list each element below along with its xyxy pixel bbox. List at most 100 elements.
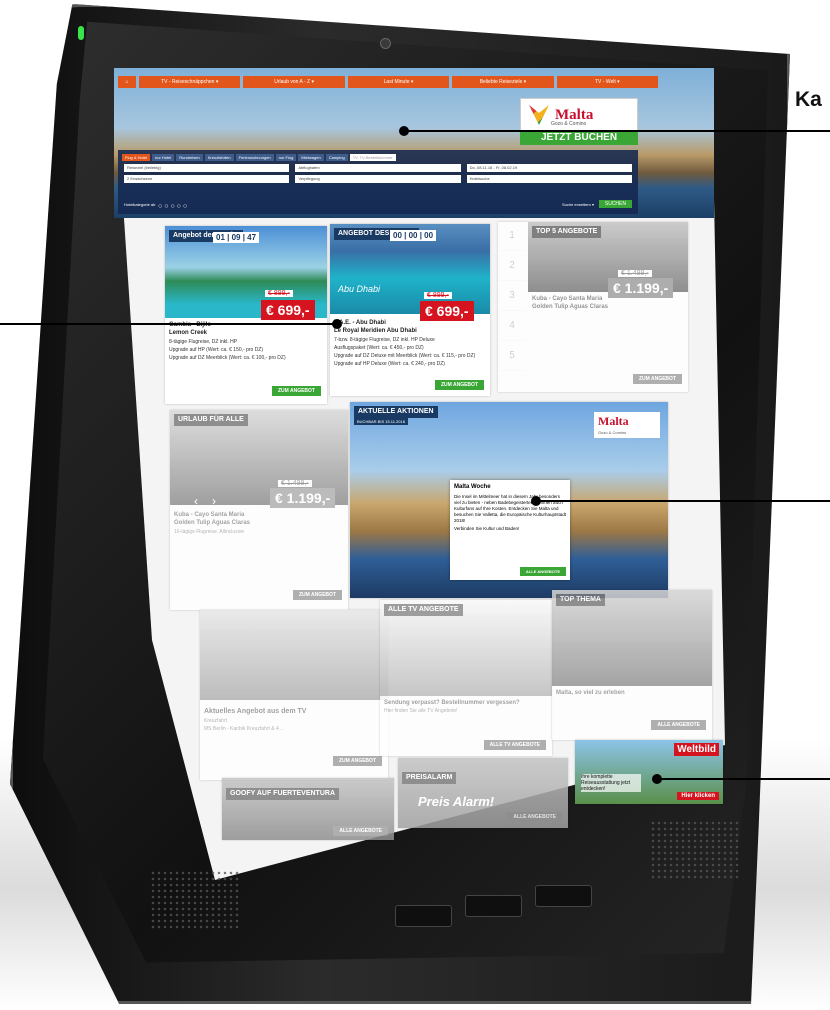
menu-item-last-minute[interactable]: Last Minute ▾ — [347, 76, 450, 88]
search-tabs: Flug & Hotel nur Hotel Rundreisen Kreuzf… — [118, 150, 638, 161]
week-offer-hotel: Lemon Creek — [169, 330, 208, 336]
hotel-search-field[interactable]: Hotelsuche — [466, 175, 632, 183]
actions-card-title: Malta Woche — [454, 484, 491, 490]
speaker-grill-right — [650, 820, 740, 880]
top5-badge: TOP 5 ANGEBOTE — [532, 226, 602, 238]
travellers-field[interactable]: 2 Erwachsene — [124, 175, 290, 183]
top5-hotel: Golden Tulip Aguas Claras — [532, 304, 609, 310]
malta-logo[interactable]: Malta Gozo & Comino — [520, 98, 638, 132]
search-panel: Flug & Hotel nur Hotel Rundreisen Kreuzf… — [118, 150, 638, 214]
week-offer-old-price: € 899,- — [265, 290, 293, 297]
date-range-field[interactable]: Do.,08.11.18 - Fr.,08.02.19 — [466, 164, 632, 172]
callout-label-top-right: Ka — [795, 88, 822, 111]
tab-camping[interactable]: Camping — [325, 154, 348, 161]
actions-button[interactable]: ALLE ANGEBOTE — [519, 567, 566, 576]
top5-button[interactable]: ZUM ANGEBOT — [632, 374, 682, 384]
week-offer-bullet: Upgrade auf HP (Wert: ca. € 150,- pro DZ… — [169, 347, 264, 353]
menu-item-tv-world[interactable]: TV - Welt ▾ — [556, 76, 659, 88]
malta-brand-sub: Gozo & Comino — [551, 121, 587, 127]
menu-item-popular-destinations[interactable]: Beliebte Reiseziele ▾ — [452, 76, 554, 88]
price-alarm-tile[interactable]: PREISALARM Preis Alarm! ALLE ANGEBOTE — [398, 758, 568, 828]
day-offer-tile[interactable]: ANGEBOT DES TAGES 00 | 00 | 00 Abu Dhabi… — [330, 224, 490, 396]
all-tv-button[interactable]: ALLE TV ANGEBOTE — [483, 740, 546, 750]
extend-search-link[interactable]: Suche erweitern ▾ — [562, 202, 594, 207]
holiday-for-all-tile[interactable]: URLAUB FÜR ALLE ‹ › € 1.499,- € 1.199,- … — [170, 410, 348, 610]
tab-round-trips[interactable]: Rundreisen — [176, 154, 203, 161]
weltbild-ad[interactable]: Weltbild Ihre komplette Reiseausstattung… — [575, 740, 723, 804]
all-tv-tile[interactable]: ALLE TV ANGEBOTE Sendung verpasst? Beste… — [380, 600, 552, 756]
tv-offer-desc: MS Berlin - Karibik Kreuzfahrt & 4 ... — [204, 726, 285, 732]
tab-hotel-only[interactable]: nur Hotel — [152, 154, 175, 161]
weltbild-button[interactable]: Hier klicken — [677, 792, 719, 800]
book-now-button[interactable]: JETZT BUCHEN — [520, 131, 638, 145]
week-offer-bullet: Upgrade auf DZ Meerblick (Wert: ca. € 10… — [169, 355, 286, 361]
board-field[interactable]: Verpflegung — [295, 175, 461, 183]
actions-brand-sub: Gozo & Comino — [598, 430, 627, 435]
rank-1[interactable]: 1 — [498, 222, 526, 251]
price-alarm-script: Preis Alarm! — [418, 794, 495, 809]
destination-field[interactable]: Reiseziel (beliebig) — [124, 164, 290, 172]
departure-airport-field[interactable]: Abflughafen — [295, 164, 461, 172]
tab-holiday-apartments[interactable]: Ferienwohnungen — [235, 154, 274, 161]
menu-item-tv-deals[interactable]: TV - Reiseschnäppchen ▾ — [139, 76, 241, 88]
tv-offer-sub: Kreuzfahrt — [204, 718, 228, 724]
tab-flight-hotel[interactable]: Flug & Hotel — [122, 154, 151, 161]
top5-tile[interactable]: 1 2 3 4 5 TOP 5 ANGEBOTE € 1.499,- € 1.1… — [498, 222, 688, 392]
rank-3[interactable]: 3 — [498, 282, 526, 311]
actions-sub: BUCHBAR BIS 15.11.2018 — [354, 418, 408, 425]
hardware-button-right[interactable] — [535, 885, 592, 907]
goofy-tile[interactable]: GOOFY AUF FUERTEVENTURA ALLE ANGEBOTE — [222, 778, 394, 840]
top5-price: € 1.199,- — [608, 278, 674, 298]
rank-4[interactable]: 4 — [498, 312, 526, 341]
actions-brand: Malta — [598, 414, 629, 428]
tv-code-input[interactable]: TV, TV-Bestellnummer — [349, 154, 396, 161]
menu-item-holiday-a-z[interactable]: Urlaub von A - Z ▾ — [243, 76, 345, 88]
callout-line-ad — [657, 778, 830, 780]
carousel-prev-icon[interactable]: ‹ — [194, 494, 198, 508]
goofy-button[interactable]: ALLE ANGEBOTE — [333, 826, 388, 836]
day-offer-bullet: Ausflugspaket (Wert: ca. € 450,- pro DZ) — [334, 345, 424, 351]
tab-cruises[interactable]: Kreuzfahrten — [204, 154, 234, 161]
hotel-category-label: Hotelkategorie ab — [124, 202, 156, 207]
home-icon[interactable]: ⌂ — [118, 76, 136, 88]
speaker-grill-left — [150, 870, 240, 930]
hotel-category-stars[interactable]: ○○○○○ — [158, 203, 189, 210]
week-offer-button[interactable]: ZUM ANGEBOT — [271, 386, 321, 396]
tv-offer-title: Aktuelles Angebot aus dem TV — [204, 708, 307, 715]
status-led — [78, 26, 84, 40]
search-button[interactable]: SUCHEN — [598, 200, 632, 208]
tab-flight-only[interactable]: nur Flug — [275, 154, 297, 161]
day-offer-desc: 7-bzw. 8-tägige Flugreise, DZ inkl. HP D… — [334, 337, 435, 343]
price-alarm-button[interactable]: ALLE ANGEBOTE — [507, 812, 562, 822]
carousel-next-icon[interactable]: › — [212, 494, 216, 508]
tab-car-rental[interactable]: Mietwagen — [298, 154, 324, 161]
day-offer-place: Abu Dhabi — [338, 284, 381, 294]
callout-line-offers — [0, 323, 337, 325]
top-topic-tile[interactable]: TOP THEMA Malta, so viel zu erleben ALLE… — [552, 590, 712, 740]
week-offer-price: € 699,- — [261, 300, 315, 320]
holiday-button[interactable]: ZUM ANGEBOT — [292, 590, 342, 600]
holiday-badge: URLAUB FÜR ALLE — [174, 414, 248, 426]
holiday-old-price: € 1.499,- — [278, 480, 312, 487]
top-topic-badge: TOP THEMA — [556, 594, 605, 606]
price-alarm-badge: PREISALARM — [402, 772, 457, 784]
rank-5[interactable]: 5 — [498, 342, 526, 371]
rank-2[interactable]: 2 — [498, 252, 526, 281]
tv-offer-button[interactable]: ZUM ANGEBOT — [332, 756, 382, 766]
all-tv-sub: Hier finden Sie alle TV Angebote! — [384, 708, 458, 714]
hardware-button-middle[interactable] — [465, 895, 522, 917]
day-offer-button[interactable]: ZUM ANGEBOT — [434, 380, 484, 390]
week-offer-tile[interactable]: Angebot der Woche 01 | 09 | 47 € 899,- €… — [165, 226, 327, 404]
holiday-price: € 1.199,- — [270, 488, 336, 508]
tv-offer-tile[interactable]: Aktuelles Angebot aus dem TV Kreuzfahrt … — [200, 610, 388, 780]
all-tv-title: Sendung verpasst? Bestellnummer vergesse… — [384, 700, 520, 706]
top5-title: Kuba - Cayo Santa Maria — [532, 296, 603, 302]
top-topic-button[interactable]: ALLE ANGEBOTE — [651, 720, 706, 730]
hardware-button-left[interactable] — [395, 905, 452, 927]
holiday-desc: 16-tägige Flugreise, Allinclusive — [174, 529, 245, 535]
holiday-title: Kuba - Cayo Santa Maria — [174, 512, 245, 518]
day-offer-bullet: Upgrade auf DZ Deluxe mit Meerblick (Wer… — [334, 353, 476, 359]
actions-card-text: Die Insel im Mittelmeer hat in diesem Ja… — [454, 494, 566, 523]
callout-line-hero — [404, 130, 830, 132]
all-tv-badge: ALLE TV ANGEBOTE — [384, 604, 463, 616]
